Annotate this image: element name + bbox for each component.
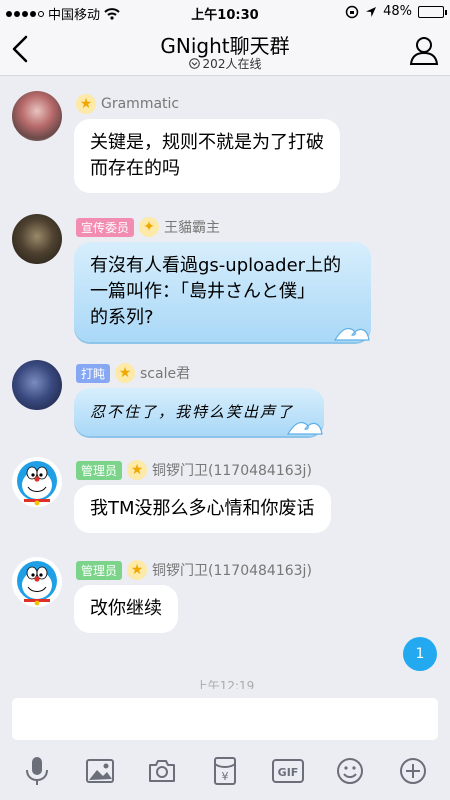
- avatar[interactable]: [12, 557, 62, 607]
- chevron-down-circle-icon: [188, 58, 200, 69]
- sender-meta: 管理员 ★ 铜锣门卫(1170484163j): [76, 460, 312, 480]
- message-item: 宣传委员 ✦ 王貓霸主 有沒有人看過gs-uploader上的 一篇叫作：「島井…: [12, 214, 432, 354]
- online-count-label: 202人在线: [202, 57, 262, 71]
- avatar[interactable]: [12, 214, 62, 264]
- message-line: 有沒有人看過gs-uploader上的: [90, 255, 342, 276]
- message-bubble[interactable]: 有沒有人看過gs-uploader上的 一篇叫作：「島井さんと僕」 的系列?: [74, 242, 372, 342]
- sender-meta: ★ Grammatic: [76, 94, 179, 114]
- star-icon: ★: [115, 363, 136, 383]
- star-icon: ★: [76, 94, 96, 114]
- message-timestamp: 上午12:19: [195, 679, 255, 689]
- sender-name[interactable]: 铜锣门卫(1170484163j): [152, 460, 312, 480]
- message-item: 打盹 ★ scale君 忍不住了，我特么笑出声了: [12, 360, 432, 440]
- mic-icon[interactable]: [20, 754, 54, 788]
- sender-name[interactable]: Grammatic: [101, 96, 179, 112]
- avatar[interactable]: [12, 360, 62, 410]
- battery-percent: 48%: [383, 4, 412, 19]
- chat-header: GNight聊天群 202人在线: [0, 24, 450, 76]
- star-icon: ★: [127, 560, 148, 580]
- message-line: 而存在的吗: [90, 158, 180, 179]
- role-badge: 宣传委员: [76, 217, 135, 237]
- group-members-button[interactable]: [408, 34, 440, 66]
- message-item: 管理员 ★ 铜锣门卫(1170484163j) 我TM没那么多心情和你废话: [12, 457, 432, 537]
- message-list[interactable]: ★ Grammatic 关键是，规则不就是为了打破 而存在的吗 宣传委员 ✦ 王…: [0, 77, 450, 694]
- role-badge: 打盹: [76, 363, 111, 383]
- message-line: 我TM没那么多心情和你废话: [90, 498, 315, 519]
- message-line: 一篇叫作：「島井さんと僕」: [90, 281, 315, 302]
- doraemon-avatar-icon: [17, 461, 57, 506]
- star-icon: ✦: [139, 217, 160, 237]
- message-line: 改你继续: [90, 598, 162, 619]
- avatar[interactable]: [12, 457, 62, 507]
- input-toolbar: ¥ GIF: [0, 752, 450, 790]
- battery-icon: [418, 5, 447, 18]
- message-line: 关键是，规则不就是为了打破: [90, 132, 324, 153]
- status-right: 48%: [345, 4, 447, 19]
- location-icon: [366, 6, 377, 17]
- sender-meta: 打盹 ★ scale君: [76, 363, 190, 383]
- new-message-count-badge[interactable]: 1: [403, 637, 437, 671]
- message-item: 管理员 ★ 铜锣门卫(1170484163j) 改你继续: [12, 557, 432, 637]
- svg-text:GIF: GIF: [277, 766, 298, 779]
- plus-icon[interactable]: [396, 754, 430, 788]
- message-input[interactable]: [12, 698, 438, 740]
- gif-icon[interactable]: GIF: [271, 754, 305, 788]
- sender-meta: 宣传委员 ✦ 王貓霸主: [76, 217, 220, 237]
- message-bubble[interactable]: 我TM没那么多心情和你废话: [74, 485, 331, 533]
- rotation-lock-icon: [345, 5, 359, 18]
- message-line: 的系列?: [90, 307, 154, 328]
- avatar[interactable]: [12, 91, 62, 141]
- status-bar: 中国移动 上午10:30 48%: [0, 0, 450, 24]
- role-badge: 管理员: [76, 460, 123, 480]
- message-bubble[interactable]: 关键是，规则不就是为了打破 而存在的吗: [74, 119, 340, 193]
- sender-name[interactable]: 铜锣门卫(1170484163j): [152, 560, 312, 580]
- sender-meta: 管理员 ★ 铜锣门卫(1170484163j): [76, 560, 312, 580]
- camera-icon[interactable]: [145, 754, 179, 788]
- image-icon[interactable]: [83, 754, 117, 788]
- wave-decoration-icon: [334, 327, 370, 341]
- message-bubble[interactable]: 忍不住了，我特么笑出声了: [74, 388, 325, 436]
- sender-name[interactable]: scale君: [140, 363, 190, 383]
- emoji-icon[interactable]: [333, 754, 367, 788]
- svg-text:¥: ¥: [221, 770, 228, 783]
- sender-name[interactable]: 王貓霸主: [164, 217, 220, 237]
- star-icon: ★: [127, 460, 148, 480]
- doraemon-avatar-icon: [17, 561, 57, 606]
- message-item: ★ Grammatic 关键是，规则不就是为了打破 而存在的吗: [12, 91, 432, 201]
- online-count: 202人在线: [0, 55, 450, 72]
- role-badge: 管理员: [76, 560, 123, 580]
- red-packet-icon[interactable]: ¥: [208, 754, 242, 788]
- message-bubble[interactable]: 改你继续: [74, 585, 178, 633]
- wave-decoration-icon: [286, 421, 323, 435]
- message-line: 忍不住了，我特么笑出声了: [90, 403, 295, 421]
- input-area: ¥ GIF: [0, 690, 450, 800]
